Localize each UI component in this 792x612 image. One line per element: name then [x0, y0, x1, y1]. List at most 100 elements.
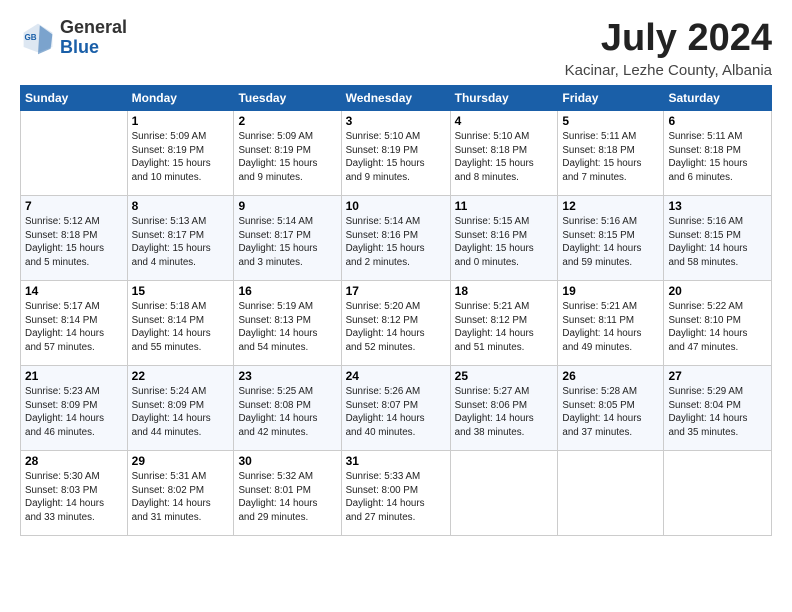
day-number: 11 — [455, 199, 554, 213]
calendar-cell: 13 Sunrise: 5:16 AMSunset: 8:15 PMDayligh… — [664, 195, 772, 280]
day-number: 9 — [238, 199, 336, 213]
day-number: 26 — [562, 369, 659, 383]
day-info: Sunrise: 5:22 AMSunset: 8:10 PMDaylight:… — [668, 300, 767, 355]
calendar-week-row: 14 Sunrise: 5:17 AMSunset: 8:14 PMDayligh… — [21, 280, 772, 365]
day-number: 31 — [346, 454, 446, 468]
page: GB General Blue July 2024 Kacinar, Lezhe… — [0, 0, 792, 612]
logo: GB General Blue — [20, 18, 127, 58]
calendar-cell: 23Sunrise: 5:25 AMSunset: 8:08 PMDayligh… — [234, 365, 341, 450]
day-info: Sunrise: 5:10 AMSunset: 8:19 PMDaylight:… — [346, 130, 446, 185]
title-block: July 2024 Kacinar, Lezhe County, Albania — [565, 18, 772, 79]
col-friday: Friday — [558, 85, 664, 110]
col-saturday: Saturday — [664, 85, 772, 110]
logo-blue-text: Blue — [60, 37, 99, 57]
calendar-cell: 20Sunrise: 5:22 AMSunset: 8:10 PMDayligh… — [664, 280, 772, 365]
day-info: Sunrise: 5:21 AMSunset: 8:11 PMDaylight:… — [562, 300, 659, 355]
day-number: 5 — [562, 114, 659, 128]
calendar-cell — [664, 450, 772, 535]
calendar-cell: 16Sunrise: 5:19 AMSunset: 8:13 PMDayligh… — [234, 280, 341, 365]
day-number: 7 — [25, 199, 123, 213]
day-number: 27 — [668, 369, 767, 383]
day-number: 1 — [132, 114, 230, 128]
day-info: Sunrise: 5:15 AMSunset: 8:16 PMDaylight:… — [455, 215, 554, 270]
calendar-cell: 5 Sunrise: 5:11 AMSunset: 8:18 PMDaylight… — [558, 110, 664, 195]
day-number: 29 — [132, 454, 230, 468]
calendar-header-row: Sunday Monday Tuesday Wednesday Thursday… — [21, 85, 772, 110]
day-info: Sunrise: 5:30 AMSunset: 8:03 PMDaylight:… — [25, 470, 123, 525]
day-number: 8 — [132, 199, 230, 213]
day-number: 16 — [238, 284, 336, 298]
calendar-cell: 8 Sunrise: 5:13 AMSunset: 8:17 PMDaylight… — [127, 195, 234, 280]
day-info: Sunrise: 5:14 AMSunset: 8:17 PMDaylight:… — [238, 215, 336, 270]
calendar-cell: 24Sunrise: 5:26 AMSunset: 8:07 PMDayligh… — [341, 365, 450, 450]
day-number: 10 — [346, 199, 446, 213]
calendar-cell: 12 Sunrise: 5:16 AMSunset: 8:15 PMDayligh… — [558, 195, 664, 280]
day-info: Sunrise: 5:11 AMSunset: 8:18 PMDaylight:… — [562, 130, 659, 185]
calendar-cell: 29Sunrise: 5:31 AMSunset: 8:02 PMDayligh… — [127, 450, 234, 535]
day-info: Sunrise: 5:32 AMSunset: 8:01 PMDaylight:… — [238, 470, 336, 525]
calendar-cell: 2 Sunrise: 5:09 AMSunset: 8:19 PMDaylight… — [234, 110, 341, 195]
day-info: Sunrise: 5:25 AMSunset: 8:08 PMDaylight:… — [238, 385, 336, 440]
logo-icon: GB — [20, 20, 56, 56]
day-info: Sunrise: 5:13 AMSunset: 8:17 PMDaylight:… — [132, 215, 230, 270]
day-number: 15 — [132, 284, 230, 298]
location: Kacinar, Lezhe County, Albania — [565, 62, 772, 79]
day-info: Sunrise: 5:23 AMSunset: 8:09 PMDaylight:… — [25, 385, 123, 440]
day-number: 17 — [346, 284, 446, 298]
calendar-cell: 26 Sunrise: 5:28 AMSunset: 8:05 PMDayligh… — [558, 365, 664, 450]
day-info: Sunrise: 5:09 AMSunset: 8:19 PMDaylight:… — [238, 130, 336, 185]
calendar-week-row: 21Sunrise: 5:23 AMSunset: 8:09 PMDayligh… — [21, 365, 772, 450]
day-number: 3 — [346, 114, 446, 128]
day-info: Sunrise: 5:09 AMSunset: 8:19 PMDaylight:… — [132, 130, 230, 185]
day-number: 12 — [562, 199, 659, 213]
month-title: July 2024 — [565, 18, 772, 60]
day-info: Sunrise: 5:14 AMSunset: 8:16 PMDaylight:… — [346, 215, 446, 270]
day-number: 4 — [455, 114, 554, 128]
calendar-cell: 18 Sunrise: 5:21 AMSunset: 8:12 PMDayligh… — [450, 280, 558, 365]
day-number: 28 — [25, 454, 123, 468]
calendar-cell: 22Sunrise: 5:24 AMSunset: 8:09 PMDayligh… — [127, 365, 234, 450]
day-number: 14 — [25, 284, 123, 298]
day-info: Sunrise: 5:17 AMSunset: 8:14 PMDaylight:… — [25, 300, 123, 355]
logo-general-text: General — [60, 17, 127, 37]
day-number: 25 — [455, 369, 554, 383]
day-info: Sunrise: 5:21 AMSunset: 8:12 PMDaylight:… — [455, 300, 554, 355]
calendar-cell: 11 Sunrise: 5:15 AMSunset: 8:16 PMDayligh… — [450, 195, 558, 280]
calendar-cell: 27 Sunrise: 5:29 AMSunset: 8:04 PMDayligh… — [664, 365, 772, 450]
day-number: 18 — [455, 284, 554, 298]
day-info: Sunrise: 5:16 AMSunset: 8:15 PMDaylight:… — [562, 215, 659, 270]
calendar-week-row: 1 Sunrise: 5:09 AMSunset: 8:19 PMDaylight… — [21, 110, 772, 195]
day-number: 30 — [238, 454, 336, 468]
calendar-cell: 3 Sunrise: 5:10 AMSunset: 8:19 PMDaylight… — [341, 110, 450, 195]
calendar-cell — [21, 110, 128, 195]
calendar-cell: 30 Sunrise: 5:32 AMSunset: 8:01 PMDayligh… — [234, 450, 341, 535]
day-number: 13 — [668, 199, 767, 213]
day-number: 6 — [668, 114, 767, 128]
calendar-cell: 21Sunrise: 5:23 AMSunset: 8:09 PMDayligh… — [21, 365, 128, 450]
calendar-cell: 31Sunrise: 5:33 AMSunset: 8:00 PMDayligh… — [341, 450, 450, 535]
col-sunday: Sunday — [21, 85, 128, 110]
day-info: Sunrise: 5:10 AMSunset: 8:18 PMDaylight:… — [455, 130, 554, 185]
day-info: Sunrise: 5:27 AMSunset: 8:06 PMDaylight:… — [455, 385, 554, 440]
calendar-cell: 10 Sunrise: 5:14 AMSunset: 8:16 PMDayligh… — [341, 195, 450, 280]
calendar-table: Sunday Monday Tuesday Wednesday Thursday… — [20, 85, 772, 536]
calendar-cell: 17 Sunrise: 5:20 AMSunset: 8:12 PMDayligh… — [341, 280, 450, 365]
calendar-cell: 14 Sunrise: 5:17 AMSunset: 8:14 PMDayligh… — [21, 280, 128, 365]
calendar-cell — [450, 450, 558, 535]
day-info: Sunrise: 5:29 AMSunset: 8:04 PMDaylight:… — [668, 385, 767, 440]
day-info: Sunrise: 5:11 AMSunset: 8:18 PMDaylight:… — [668, 130, 767, 185]
day-info: Sunrise: 5:12 AMSunset: 8:18 PMDaylight:… — [25, 215, 123, 270]
calendar-week-row: 28 Sunrise: 5:30 AMSunset: 8:03 PMDayligh… — [21, 450, 772, 535]
day-info: Sunrise: 5:28 AMSunset: 8:05 PMDaylight:… — [562, 385, 659, 440]
day-number: 2 — [238, 114, 336, 128]
col-wednesday: Wednesday — [341, 85, 450, 110]
day-info: Sunrise: 5:16 AMSunset: 8:15 PMDaylight:… — [668, 215, 767, 270]
day-info: Sunrise: 5:26 AMSunset: 8:07 PMDaylight:… — [346, 385, 446, 440]
calendar-cell: 1 Sunrise: 5:09 AMSunset: 8:19 PMDaylight… — [127, 110, 234, 195]
col-monday: Monday — [127, 85, 234, 110]
day-number: 22 — [132, 369, 230, 383]
calendar-cell: 15Sunrise: 5:18 AMSunset: 8:14 PMDayligh… — [127, 280, 234, 365]
day-info: Sunrise: 5:20 AMSunset: 8:12 PMDaylight:… — [346, 300, 446, 355]
calendar-cell: 19Sunrise: 5:21 AMSunset: 8:11 PMDayligh… — [558, 280, 664, 365]
col-tuesday: Tuesday — [234, 85, 341, 110]
